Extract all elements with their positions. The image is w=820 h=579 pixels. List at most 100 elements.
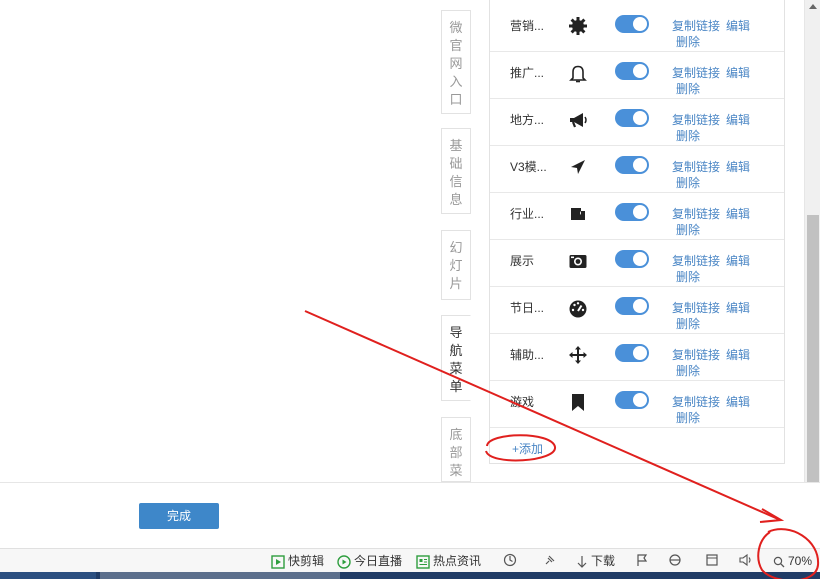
copy-link-button[interactable]: 复制链接 [672, 393, 720, 410]
enable-toggle[interactable] [615, 109, 649, 127]
menu-row: 节日... 复制链接 编辑 删除 [490, 287, 784, 334]
gear-icon [569, 17, 587, 35]
edit-button[interactable]: 编辑 [726, 64, 750, 81]
bell-icon [569, 65, 587, 83]
refresh-icon[interactable] [503, 553, 517, 569]
toggle-knob [633, 299, 647, 313]
copy-link-button[interactable]: 复制链接 [672, 111, 720, 128]
menu-item-name: 地方... [510, 113, 545, 127]
delete-button[interactable]: 删除 [676, 362, 700, 379]
add-button[interactable]: +添加 [512, 440, 543, 457]
divider [0, 482, 820, 483]
copy-link-button[interactable]: 复制链接 [672, 205, 720, 222]
copy-link-button[interactable]: 复制链接 [672, 158, 720, 175]
tab-char: 底 [449, 427, 463, 442]
taskbar-start[interactable] [0, 572, 96, 579]
done-button[interactable]: 完成 [139, 503, 219, 529]
copy-link-button[interactable]: 复制链接 [672, 64, 720, 81]
tab-char: 幻 [449, 240, 463, 255]
toggle-knob [633, 393, 647, 407]
flag-icon[interactable] [635, 553, 649, 569]
menu-item-name: 展示 [510, 254, 535, 268]
tab-char: 口 [449, 92, 463, 107]
window-icon[interactable] [705, 553, 719, 569]
enable-toggle[interactable] [615, 15, 649, 33]
tab-char: 入 [449, 74, 463, 89]
volume-icon[interactable] [738, 553, 754, 569]
delete-button[interactable]: 删除 [676, 80, 700, 97]
download-label: 下载 [591, 554, 616, 568]
delete-button[interactable]: 删除 [676, 33, 700, 50]
delete-button[interactable]: 删除 [676, 127, 700, 144]
edit-button[interactable]: 编辑 [726, 299, 750, 316]
menu-row: 行业... 复制链接 编辑删除 [490, 193, 784, 240]
tab-char: 部 [449, 445, 463, 460]
magnifier-icon [773, 556, 785, 568]
play-circle-icon [337, 555, 351, 569]
enable-toggle[interactable] [615, 250, 649, 268]
scrollbar-thumb[interactable] [807, 215, 819, 482]
tab-char: 菜 [449, 463, 463, 478]
tab-basic-info[interactable]: 基础信息 [441, 128, 471, 214]
tab-bottom-menu[interactable]: 底部菜单 [441, 417, 471, 482]
delete-button[interactable]: 删除 [676, 221, 700, 238]
scrollbar[interactable] [804, 0, 820, 482]
ie-icon[interactable] [668, 553, 682, 569]
annotation-arrow-head [759, 508, 785, 523]
delete-button[interactable]: 删除 [676, 315, 700, 332]
location-arrow-icon [571, 160, 585, 174]
edit-button[interactable]: 编辑 [726, 252, 750, 269]
taskbar-window[interactable] [100, 572, 340, 579]
live-link[interactable]: 今日直播 [337, 553, 402, 569]
news-icon [416, 555, 430, 569]
menu-item-name: 营销... [510, 19, 545, 33]
edit-button[interactable]: 编辑 [726, 205, 750, 222]
enable-toggle[interactable] [615, 344, 649, 362]
enable-toggle[interactable] [615, 391, 649, 409]
pin-icon[interactable] [543, 553, 557, 569]
tab-wei-guanwang-entry[interactable]: 微官网入口 [441, 10, 471, 114]
camera-icon [569, 255, 587, 268]
enable-toggle[interactable] [615, 156, 649, 174]
ticket-icon [571, 208, 585, 220]
tab-char: 息 [449, 192, 463, 207]
menu-item-name: 推广... [510, 66, 545, 80]
copy-link-button[interactable]: 复制链接 [672, 346, 720, 363]
toggle-knob [633, 205, 647, 219]
tab-char: 导 [449, 325, 463, 340]
edit-button[interactable]: 编辑 [726, 346, 750, 363]
dashboard-icon [569, 300, 587, 318]
menu-row: 游戏 复制链接 编辑 删除 [490, 381, 784, 428]
download-link[interactable]: 下载 [576, 553, 615, 569]
browser-status-bar: 快剪辑 今日直播 热点资讯 下载 70% [0, 548, 820, 572]
tab-char: 信 [449, 174, 463, 189]
kuaijianji-link[interactable]: 快剪辑 [271, 553, 324, 569]
enable-toggle[interactable] [615, 62, 649, 80]
move-icon [569, 346, 587, 364]
edit-button[interactable]: 编辑 [726, 111, 750, 128]
copy-link-button[interactable]: 复制链接 [672, 17, 720, 34]
edit-button[interactable]: 编辑 [726, 158, 750, 175]
copy-link-button[interactable]: 复制链接 [672, 252, 720, 269]
menu-item-name: 行业... [510, 207, 545, 221]
scroll-up-arrow[interactable] [809, 4, 817, 9]
enable-toggle[interactable] [615, 297, 649, 315]
news-link[interactable]: 热点资讯 [416, 553, 481, 569]
delete-button[interactable]: 删除 [676, 174, 700, 191]
copy-link-button[interactable]: 复制链接 [672, 299, 720, 316]
tab-char: 网 [449, 56, 463, 71]
toggle-knob [633, 346, 647, 360]
tab-char: 微 [449, 20, 463, 35]
delete-button[interactable]: 删除 [676, 268, 700, 285]
tab-nav-menu[interactable]: 导航菜单 [441, 315, 471, 401]
edit-button[interactable]: 编辑 [726, 17, 750, 34]
tab-char: 基 [449, 138, 463, 153]
zoom-control[interactable]: 70% [773, 553, 812, 569]
delete-button[interactable]: 删除 [676, 409, 700, 426]
edit-button[interactable]: 编辑 [726, 393, 750, 410]
tab-slideshow[interactable]: 幻灯片 [441, 230, 471, 300]
toggle-knob [633, 111, 647, 125]
tab-char: 础 [449, 156, 463, 171]
tab-char: 航 [449, 343, 463, 358]
enable-toggle[interactable] [615, 203, 649, 221]
